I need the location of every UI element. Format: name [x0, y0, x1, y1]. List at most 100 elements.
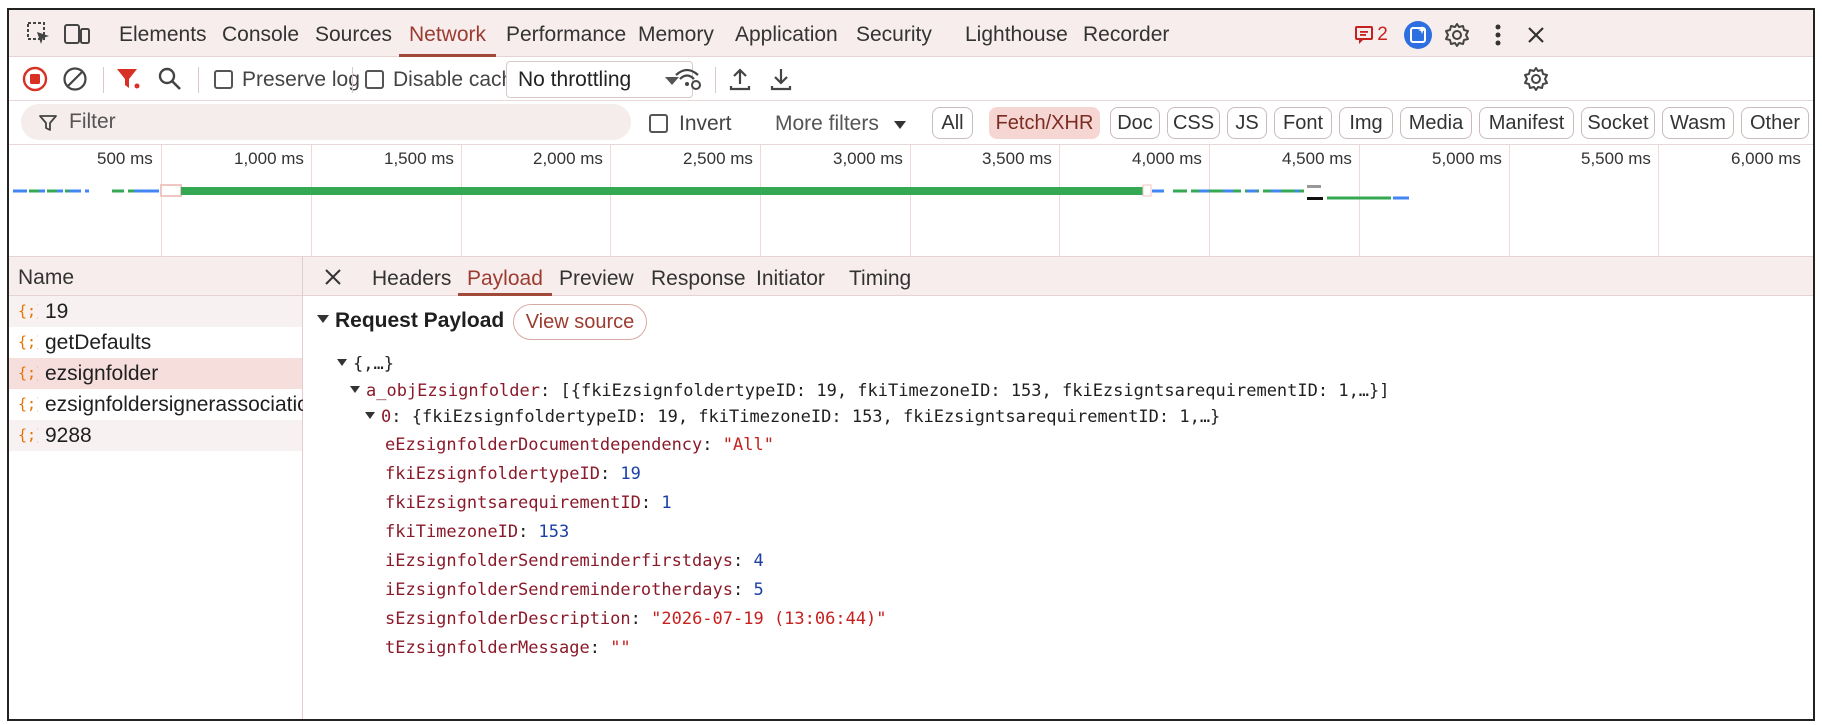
invert-checkbox[interactable] — [649, 114, 668, 133]
view-source-button[interactable]: View source — [513, 304, 647, 340]
filter-input[interactable]: Filter — [21, 104, 631, 140]
svg-text:{;}: {;} — [18, 302, 38, 320]
request-row[interactable]: {;} ezsignfoldersignerassociation — [9, 389, 321, 420]
field-value: "" — [610, 638, 631, 658]
request-payload-section[interactable]: Request Payload — [317, 309, 504, 333]
filter-type-doc[interactable]: Doc — [1110, 107, 1160, 139]
ai-assistance-icon[interactable] — [1402, 19, 1434, 51]
array-preview: [{fkiEzsignfoldertypeID: 19, fkiTimezone… — [560, 381, 1390, 401]
filter-type-css[interactable]: CSS — [1167, 107, 1220, 139]
payload-field[interactable]: iEzsignfolderSendreminderfirstdays: 4 — [385, 551, 764, 571]
caret-down-icon — [893, 121, 906, 129]
tab-response[interactable]: Response — [651, 257, 746, 296]
field-value: "2026-07-19 (13:06:44)" — [651, 609, 887, 629]
svg-text:{;}: {;} — [18, 333, 38, 351]
request-row-selected[interactable]: {;} ezsignfolder — [9, 358, 302, 389]
field-key: eEzsignfolderDocumentdependency — [385, 435, 703, 455]
close-devtools-icon[interactable] — [1520, 19, 1552, 51]
expand-triangle-icon — [365, 411, 375, 419]
field-key: fkiEzsigntsarequirementID — [385, 493, 641, 513]
field-key: iEzsignfolderSendreminderotherdays — [385, 580, 733, 600]
throttling-select[interactable]: No throttling — [506, 61, 693, 98]
import-har-icon[interactable] — [724, 63, 756, 95]
xhr-braces-icon: {;} — [18, 302, 38, 320]
tab-lighthouse[interactable]: Lighthouse — [965, 10, 1068, 57]
issues-badge[interactable]: 2 — [1346, 19, 1396, 51]
tab-security[interactable]: Security — [856, 10, 932, 57]
filter-type-img[interactable]: Img — [1339, 107, 1393, 139]
payload-field[interactable]: fkiEzsigntsarequirementID: 1 — [385, 493, 672, 513]
tab-console[interactable]: Console — [222, 10, 299, 57]
payload-field[interactable]: sEzsignfolderDescription: "2026-07-19 (1… — [385, 609, 887, 629]
request-name: getDefaults — [45, 331, 152, 354]
filter-type-media[interactable]: Media — [1400, 107, 1472, 139]
close-detail-icon[interactable] — [317, 261, 349, 293]
tab-payload[interactable]: Payload — [458, 257, 552, 296]
tab-memory[interactable]: Memory — [638, 10, 714, 57]
request-name: ezsignfolder — [45, 362, 159, 385]
tab-network[interactable]: Network — [398, 10, 497, 57]
export-har-icon[interactable] — [765, 63, 797, 95]
request-row[interactable]: {;} 9288 — [9, 420, 302, 451]
devtools-window: Elements Console Sources Network Perform… — [7, 8, 1815, 721]
payload-field[interactable]: tEzsignfolderMessage: "" — [385, 638, 631, 658]
tab-initiator[interactable]: Initiator — [756, 257, 825, 296]
device-toolbar-icon[interactable] — [62, 19, 92, 49]
payload-field[interactable]: fkiEzsignfoldertypeID: 19 — [385, 464, 641, 484]
invert-label[interactable]: Invert — [679, 101, 732, 145]
preserve-log-checkbox[interactable] — [214, 70, 233, 89]
field-value: 4 — [753, 551, 764, 571]
array-item-node[interactable]: 0: {fkiEzsignfoldertypeID: 19, fkiTimezo… — [365, 407, 1220, 427]
xhr-braces-icon: {;} — [18, 333, 38, 351]
field-value: "All" — [722, 435, 774, 455]
filter-funnel-icon[interactable] — [113, 63, 145, 95]
disable-cache-checkbox[interactable] — [365, 70, 384, 89]
issues-count: 2 — [1377, 24, 1388, 45]
item-preview: {fkiEzsignfoldertypeID: 19, fkiTimezoneI… — [411, 407, 1221, 427]
network-overview[interactable]: 500 ms 1,000 ms 1,500 ms 2,000 ms 2,500 … — [9, 145, 1813, 257]
filter-type-manifest[interactable]: Manifest — [1479, 107, 1574, 139]
filter-type-all[interactable]: All — [932, 107, 973, 139]
filter-type-other[interactable]: Other — [1741, 107, 1809, 139]
detail-tab-bar: Headers Payload Preview Response Initiat… — [303, 257, 1813, 296]
network-toolbar: Preserve log Disable cache No throttling — [9, 57, 1813, 101]
settings-gear-icon[interactable] — [1441, 19, 1473, 51]
name-column-header[interactable]: Name — [9, 257, 302, 296]
tab-sources[interactable]: Sources — [315, 10, 392, 57]
tab-timing[interactable]: Timing — [849, 257, 911, 296]
filter-type-fetch-xhr[interactable]: Fetch/XHR — [989, 107, 1100, 139]
filter-type-wasm[interactable]: Wasm — [1662, 107, 1734, 139]
array-node[interactable]: a_objEzsignfolder: [{fkiEzsignfoldertype… — [350, 381, 1390, 401]
stop-recording-icon[interactable] — [19, 63, 51, 95]
request-row[interactable]: {;} getDefaults — [9, 327, 302, 358]
more-filters-dropdown[interactable]: More filters — [775, 101, 907, 145]
payload-field[interactable]: fkiTimezoneID: 153 — [385, 522, 569, 542]
tab-elements[interactable]: Elements — [119, 10, 207, 57]
field-value: 153 — [538, 522, 570, 542]
tab-performance[interactable]: Performance — [506, 10, 626, 57]
search-icon[interactable] — [154, 63, 186, 95]
filter-type-js[interactable]: JS — [1227, 107, 1267, 139]
payload-root-node[interactable]: {,…} — [337, 354, 394, 374]
array-key: a_objEzsignfolder — [366, 381, 540, 401]
tab-recorder[interactable]: Recorder — [1083, 10, 1169, 57]
more-options-icon[interactable] — [1482, 19, 1514, 51]
clear-icon[interactable] — [59, 63, 91, 95]
tab-preview[interactable]: Preview — [559, 257, 634, 296]
filter-type-socket[interactable]: Socket — [1581, 107, 1655, 139]
payload-field[interactable]: eEzsignfolderDocumentdependency: "All" — [385, 435, 774, 455]
tab-headers[interactable]: Headers — [372, 257, 451, 296]
tab-application[interactable]: Application — [735, 10, 838, 57]
xhr-braces-icon: {;} — [18, 395, 38, 413]
preserve-log-label[interactable]: Preserve log — [242, 57, 360, 101]
payload-field[interactable]: iEzsignfolderSendreminderotherdays: 5 — [385, 580, 764, 600]
network-settings-gear-icon[interactable] — [1520, 63, 1552, 95]
request-row[interactable]: {;} 19 — [9, 296, 302, 327]
field-value: 19 — [620, 464, 641, 484]
network-conditions-icon[interactable] — [672, 63, 704, 95]
filter-type-font[interactable]: Font — [1274, 107, 1332, 139]
inspect-element-icon[interactable] — [24, 19, 54, 49]
svg-text:{;}: {;} — [18, 395, 38, 413]
field-value: 1 — [661, 493, 672, 513]
request-name: 9288 — [45, 424, 92, 447]
